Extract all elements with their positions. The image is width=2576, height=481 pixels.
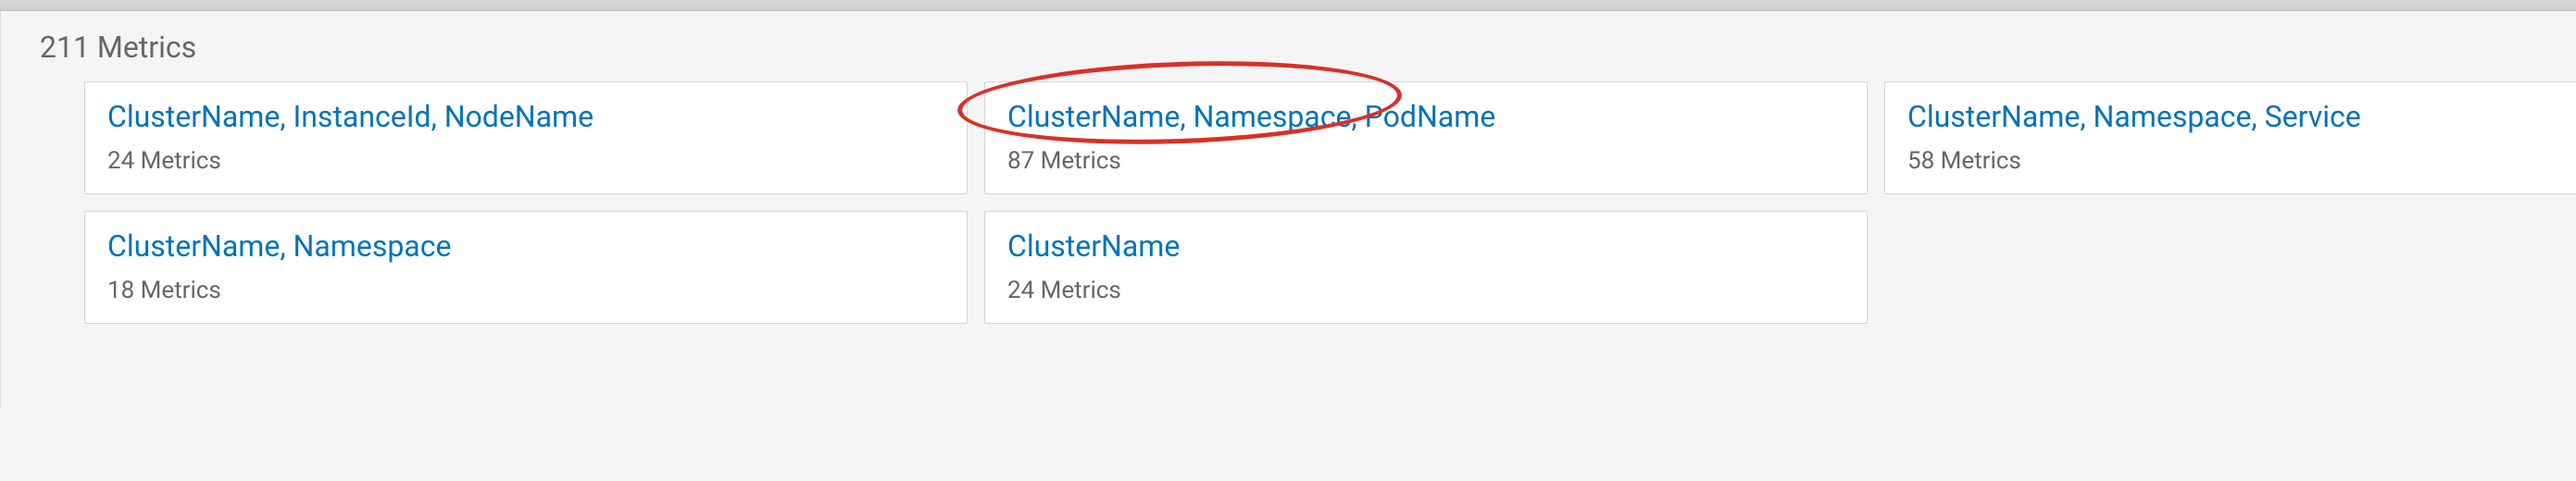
dimension-card-title: ClusterName, Namespace, Service [1907, 99, 2576, 134]
dimension-card-sub: 58 Metrics [1907, 147, 2576, 175]
dimension-card[interactable]: ClusterName 24 Metrics [984, 211, 1868, 324]
window-chrome-strip [0, 0, 2576, 11]
dimension-card-title: ClusterName, Namespace [107, 228, 944, 264]
dimension-card-sub: 18 Metrics [107, 277, 944, 304]
dimension-card-title: ClusterName [1007, 228, 1844, 264]
dimension-card[interactable]: ClusterName, Namespace, Service 58 Metri… [1884, 81, 2576, 194]
dimension-card-title: ClusterName, InstanceId, NodeName [107, 99, 944, 134]
metrics-panel-wrap: 211 Metrics ClusterName, InstanceId, Nod… [0, 11, 2576, 407]
dimension-card[interactable]: ClusterName, Namespace, PodName 87 Metri… [984, 81, 1868, 194]
metrics-count-heading: 211 Metrics [1, 30, 2576, 81]
dimension-card[interactable]: ClusterName, InstanceId, NodeName 24 Met… [84, 81, 968, 194]
dimension-card[interactable]: ClusterName, Namespace 18 Metrics [84, 211, 968, 324]
metrics-panel: 211 Metrics ClusterName, InstanceId, Nod… [1, 11, 2576, 407]
dimension-card-sub: 87 Metrics [1007, 147, 1844, 175]
dimension-card-title: ClusterName, Namespace, PodName [1007, 99, 1844, 134]
dimension-card-sub: 24 Metrics [107, 147, 944, 175]
dimension-card-grid: ClusterName, InstanceId, NodeName 24 Met… [1, 81, 2576, 324]
dimension-card-sub: 24 Metrics [1007, 277, 1844, 304]
